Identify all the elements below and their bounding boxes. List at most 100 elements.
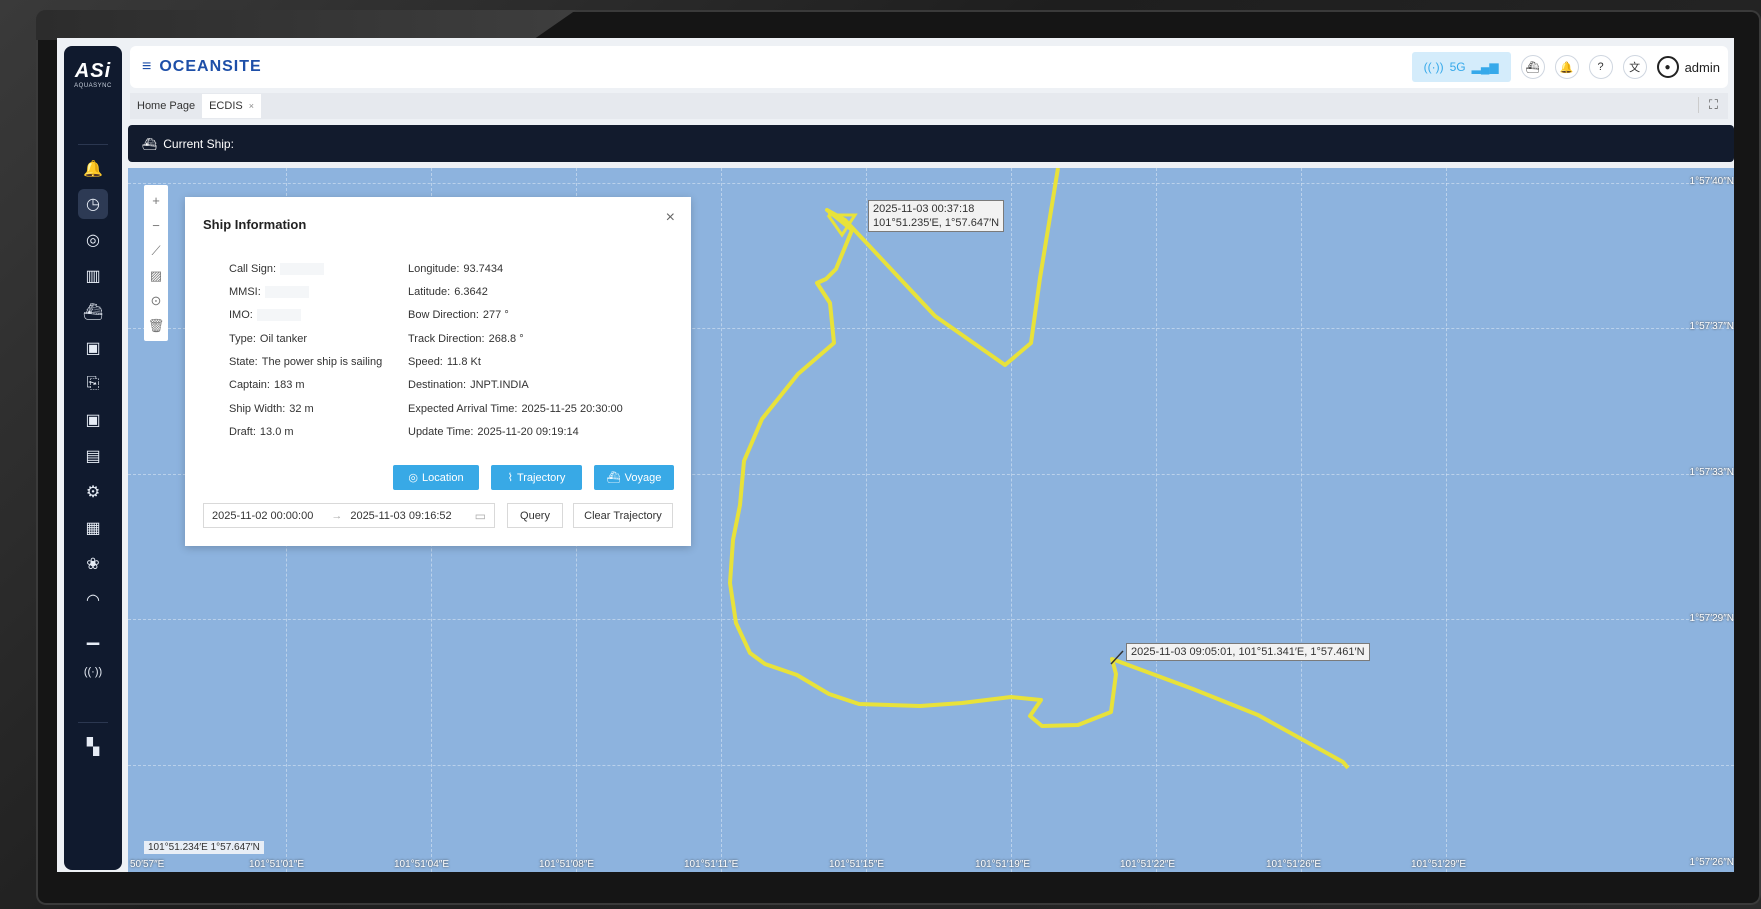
user-menu[interactable]: ● admin (1656, 56, 1720, 78)
speed-gauge-icon[interactable]: ◠ (78, 585, 108, 615)
longitude-label: 101°51′01″E (249, 859, 305, 870)
field-value: The power ship is sailing (261, 356, 383, 368)
field-label: Type: (229, 333, 256, 345)
data-chart-icon[interactable]: ▥ (78, 261, 108, 291)
field-label: Bow Direction: (408, 309, 479, 321)
draw-line-icon[interactable]: ⟋ (151, 241, 160, 261)
trend-monitor-icon[interactable]: ▣ (78, 405, 108, 435)
statistics-bars-icon[interactable]: ▁ (78, 621, 108, 651)
monitor-chart-icon[interactable]: ▣ (78, 333, 108, 363)
date-range-picker[interactable]: 2025-11-02 00:00:00 → 2025-11-03 09:16:5… (203, 503, 495, 528)
tab-label: ECDIS (209, 100, 243, 112)
field-value: 2025-11-25 20:30:00 (521, 403, 623, 415)
analysis-board-icon[interactable]: ▦ (78, 513, 108, 543)
translate-icon[interactable]: 文 (1622, 55, 1647, 79)
field-value: 93.7434 (463, 263, 504, 275)
close-icon[interactable]: × (666, 209, 675, 227)
ship-information-panel: Ship Information × Call Sign: MMSI: IMO: Ty… (185, 197, 691, 546)
network-status[interactable]: ((·)) 5G ▂▄▆ (1411, 52, 1511, 82)
info-field: Longitude: 93.7434 (408, 263, 503, 275)
location-label: Location (422, 471, 464, 484)
menu-toggle-icon[interactable]: ≡ (142, 58, 151, 76)
zoom-in-icon[interactable]: + (152, 191, 160, 211)
longitude-label: 101°51′19″E (975, 859, 1031, 870)
trash-icon[interactable]: 🗑 (148, 316, 165, 336)
calendar-icon: ▭ (474, 508, 486, 523)
field-value: 183 m (273, 379, 305, 391)
latitude-label: 1°57′40″N (1689, 176, 1734, 187)
query-button[interactable]: Query (507, 503, 563, 528)
longitude-label: 101°51′11″E (684, 859, 739, 870)
current-ship-bar: ⛴ Current Ship: (128, 125, 1734, 162)
info-field: Latitude: 6.3642 (408, 286, 488, 298)
longitude-label: 101°51′08″E (539, 859, 595, 870)
latitude-label: 1°57′33″N (1689, 467, 1734, 478)
fullscreen-icon[interactable]: ⛶ (1697, 97, 1718, 113)
help-icon[interactable]: ? (1588, 55, 1613, 79)
start-time: 2025-11-03 00:37:18 (873, 203, 975, 215)
alarm-bell-icon[interactable]: 🔔 (78, 154, 108, 184)
latitude-label: 1°57′29″N (1689, 613, 1734, 624)
info-field: Track Direction: 268.8 ° (408, 333, 524, 345)
info-field: Destination: JNPT.INDIA (408, 379, 529, 391)
trajectory-button[interactable]: ⌇ Trajectory (491, 465, 582, 490)
info-field: IMO: (229, 309, 301, 322)
resources-icon[interactable]: ❀ (78, 549, 108, 579)
grid-menu-icon[interactable]: ▚ (78, 732, 108, 762)
tab-close-icon[interactable]: × (249, 101, 254, 111)
document-list-icon[interactable]: ▤ (78, 441, 108, 471)
location-button[interactable]: ◎ Location (393, 465, 479, 490)
longitude-label: 101°51′22″E (1120, 859, 1176, 870)
ship-settings-icon[interactable]: ⚙ (78, 477, 108, 507)
field-label: Captain: (229, 379, 270, 391)
range-start[interactable]: 2025-11-02 00:00:00 (212, 510, 313, 522)
notification-bell-icon[interactable]: 🔔 (1554, 55, 1579, 79)
broadcast-icon[interactable]: ((·)) (78, 657, 108, 687)
trajectory-start-tooltip: 2025-11-03 00:37:18 101°51.235′E, 1°57.6… (868, 200, 1005, 232)
tab-bar: Home Page ECDIS × ⛶ (130, 93, 1728, 119)
location-pin-icon[interactable]: ◎ (78, 225, 108, 255)
ship-trajectory-line (728, 168, 1350, 770)
username: admin (1684, 59, 1720, 75)
start-position: 101°51.235′E, 1°57.647′N (873, 217, 1000, 229)
zoom-out-icon[interactable]: − (152, 216, 160, 236)
info-field: Bow Direction: 277 ° (408, 309, 509, 321)
field-value: 13.0 m (259, 426, 294, 438)
ship-icon[interactable]: ⛴ (1520, 55, 1545, 79)
field-value: 32 m (289, 403, 314, 415)
longitude-label: 50′57″E (130, 859, 165, 870)
tab-label: Home Page (137, 100, 196, 112)
info-field: MMSI: (229, 286, 309, 299)
ship-icon[interactable]: ⛴ (78, 297, 108, 327)
field-label: Call Sign: (229, 263, 277, 275)
network-label: 5G (1449, 60, 1466, 74)
field-value: 277 ° (482, 309, 509, 321)
voyage-button[interactable]: ⛴ Voyage (594, 465, 674, 490)
draw-area-icon[interactable]: ▨ (150, 266, 162, 286)
clear-trajectory-button[interactable]: Clear Trajectory (573, 503, 673, 528)
header-actions: ((·)) 5G ▂▄▆ ⛴ 🔔 ? 文 ● admin (1411, 52, 1720, 82)
latitude-label: 1°57′37″N (1689, 321, 1734, 332)
field-value: 268.8 ° (488, 333, 524, 345)
tab-ecdis[interactable]: ECDIS × (202, 94, 261, 118)
dashboard-gauge-icon[interactable]: ◷ (78, 189, 108, 219)
field-label: Latitude: (408, 286, 451, 298)
locate-icon[interactable]: ⊙ (151, 291, 162, 311)
signal-broadcast-icon: ((·)) (1423, 60, 1444, 74)
tab-home-page[interactable]: Home Page (130, 94, 202, 118)
avatar-icon: ● (1656, 56, 1679, 78)
field-label: Longitude: (408, 263, 460, 275)
range-end[interactable]: 2025-11-03 09:16:52 (350, 510, 451, 522)
panel-title: Ship Information (203, 217, 307, 232)
field-value (256, 309, 301, 322)
ecdis-map[interactable]: 2025-11-03 00:37:18 101°51.235′E, 1°57.6… (128, 168, 1734, 872)
field-label: Ship Width: (229, 403, 286, 415)
report-export-icon[interactable]: ⎘ (78, 369, 108, 399)
signal-bars-icon: ▂▄▆ (1471, 60, 1499, 74)
logo-sub: AQUASYNC (74, 83, 112, 89)
info-field: State: The power ship is sailing (229, 356, 382, 368)
sidebar-divider (78, 144, 108, 145)
cursor-coordinate: 101°51.234′E 1°57.647′N (144, 841, 264, 854)
brand-title: OCEANSITE (159, 58, 262, 75)
field-value: 11.8 Kt (446, 356, 481, 368)
